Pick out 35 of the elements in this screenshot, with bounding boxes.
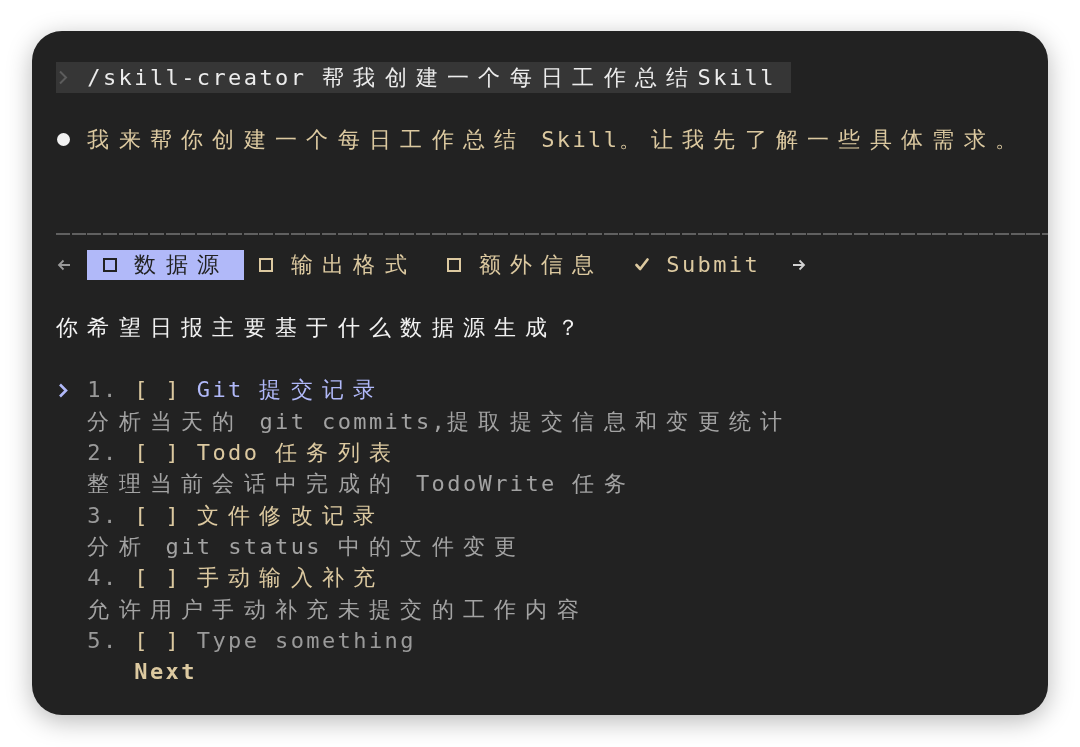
- tab[interactable]: Submit: [619, 249, 776, 280]
- option-number: 2.: [87, 439, 119, 468]
- next-action[interactable]: Next: [134, 656, 197, 688]
- right-arrow-icon[interactable]: [792, 258, 807, 271]
- tab[interactable]: 数据源: [87, 249, 244, 280]
- question-text: 你希望日报主要基于什么数据源生成？: [56, 314, 589, 340]
- check-icon: [635, 258, 649, 272]
- option-number: 1.: [87, 376, 119, 405]
- assistant-message: 我来帮你创建一个每日工作总结 Skill。让我先了解一些具体需求。: [87, 126, 1027, 155]
- option-label[interactable]: Git 提交记录: [196, 374, 385, 406]
- square-icon: [447, 257, 462, 272]
- checkbox-brackets[interactable]: [ ]: [134, 562, 182, 594]
- chevron-icon: [58, 382, 68, 398]
- chevron-icon: [58, 69, 68, 85]
- option-label[interactable]: Todo 任务列表: [196, 437, 401, 469]
- option-description: 允许用户手动补充未提交的工作内容: [87, 595, 589, 624]
- bullet-icon: [57, 133, 70, 147]
- option-description: 分析当天的 git commits,提取提交信息和变更统计: [87, 407, 792, 436]
- checkbox-brackets[interactable]: [ ]: [134, 499, 182, 531]
- option-description: 整理当前会话中完成的 TodoWrite 任务: [87, 470, 635, 499]
- tab[interactable]: 额外信息: [431, 249, 620, 280]
- checkbox-brackets[interactable]: [ ]: [134, 437, 182, 469]
- option-number: 4.: [87, 564, 119, 593]
- square-icon: [259, 257, 274, 272]
- square-icon: [102, 257, 117, 272]
- option-label[interactable]: 手动输入补充: [196, 562, 385, 594]
- left-arrow-icon[interactable]: [57, 258, 71, 271]
- option-number: 5.: [87, 626, 119, 655]
- checkbox-brackets[interactable]: [ ]: [134, 374, 182, 406]
- option-number: 3.: [87, 501, 119, 530]
- text-input-field[interactable]: Type something: [196, 624, 418, 657]
- tab[interactable]: 输出格式: [243, 249, 432, 280]
- checkbox-brackets[interactable]: [ ]: [134, 624, 182, 657]
- option-label[interactable]: 文件修改记录: [196, 499, 385, 531]
- option-description: 分析 git status 中的文件变更: [87, 532, 526, 561]
